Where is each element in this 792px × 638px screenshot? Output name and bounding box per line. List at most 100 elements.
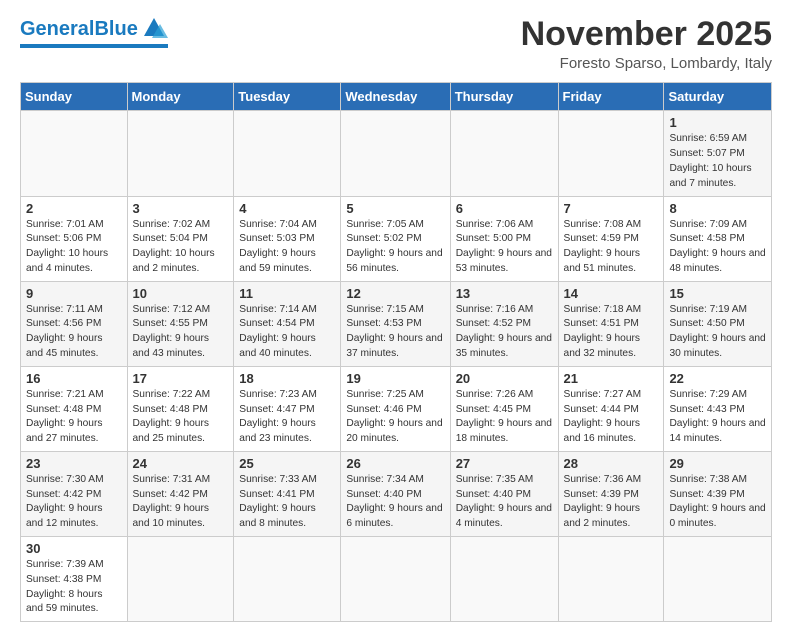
- day-cell: 2 Sunrise: 7:01 AM Sunset: 5:06 PM Daylig…: [21, 196, 128, 281]
- day-number: 22: [669, 371, 766, 386]
- day-number: 3: [133, 201, 229, 216]
- day-cell: [558, 537, 664, 622]
- day-cell: 12 Sunrise: 7:15 AM Sunset: 4:53 PM Dayli…: [341, 281, 450, 366]
- day-number: 9: [26, 286, 122, 301]
- weekday-wednesday: Wednesday: [341, 83, 450, 111]
- day-info: Sunrise: 7:19 AM Sunset: 4:50 PM Dayligh…: [669, 303, 766, 362]
- day-info: Sunrise: 7:11 AM Sunset: 4:56 PM Dayligh…: [26, 303, 122, 362]
- day-info: Sunrise: 7:35 AM Sunset: 4:40 PM Dayligh…: [456, 473, 553, 532]
- day-number: 29: [669, 456, 766, 471]
- day-cell: [234, 111, 341, 196]
- day-number: 10: [133, 286, 229, 301]
- weekday-monday: Monday: [127, 83, 234, 111]
- week-row-6: 30 Sunrise: 7:39 AM Sunset: 4:38 PM Dayli…: [21, 537, 772, 622]
- logo-general: General: [20, 18, 94, 40]
- day-cell: [21, 111, 128, 196]
- day-number: 28: [564, 456, 659, 471]
- week-row-3: 9 Sunrise: 7:11 AM Sunset: 4:56 PM Daylig…: [21, 281, 772, 366]
- day-number: 16: [26, 371, 122, 386]
- day-info: Sunrise: 7:39 AM Sunset: 4:38 PM Dayligh…: [26, 558, 122, 617]
- week-row-2: 2 Sunrise: 7:01 AM Sunset: 5:06 PM Daylig…: [21, 196, 772, 281]
- day-number: 7: [564, 201, 659, 216]
- day-cell: 26Sunrise: 7:34 AM Sunset: 4:40 PM Dayli…: [341, 451, 450, 536]
- logo-blue: Blue: [94, 18, 137, 40]
- day-number: 15: [669, 286, 766, 301]
- day-cell: 16 Sunrise: 7:21 AM Sunset: 4:48 PM Dayli…: [21, 366, 128, 451]
- day-info: Sunrise: 7:15 AM Sunset: 4:53 PM Dayligh…: [346, 303, 444, 362]
- day-info: Sunrise: 7:26 AM Sunset: 4:45 PM Dayligh…: [456, 388, 553, 447]
- day-cell: 27 Sunrise: 7:35 AM Sunset: 4:40 PM Dayli…: [450, 451, 558, 536]
- day-cell: 21 Sunrise: 7:27 AM Sunset: 4:44 PM Dayli…: [558, 366, 664, 451]
- day-cell: 25 Sunrise: 7:33 AM Sunset: 4:41 PM Dayli…: [234, 451, 341, 536]
- day-info: Sunrise: 7:25 AM Sunset: 4:46 PM Dayligh…: [346, 388, 444, 447]
- header: GeneralBlue November 2025 Foresto Sparso…: [20, 16, 772, 72]
- week-row-4: 16 Sunrise: 7:21 AM Sunset: 4:48 PM Dayli…: [21, 366, 772, 451]
- day-info: Sunrise: 7:04 AM Sunset: 5:03 PM Dayligh…: [239, 218, 335, 277]
- day-info: Sunrise: 7:12 AM Sunset: 4:55 PM Dayligh…: [133, 303, 229, 362]
- day-number: 23: [26, 456, 122, 471]
- day-number: 4: [239, 201, 335, 216]
- month-title: November 2025: [521, 16, 772, 53]
- day-info: Sunrise: 7:22 AM Sunset: 4:48 PM Dayligh…: [133, 388, 229, 447]
- day-number: 11: [239, 286, 335, 301]
- day-number: 14: [564, 286, 659, 301]
- day-info: Sunrise: 7:29 AM Sunset: 4:43 PM Dayligh…: [669, 388, 766, 447]
- day-info: Sunrise: 7:05 AM Sunset: 5:02 PM Dayligh…: [346, 218, 444, 277]
- day-cell: 8Sunrise: 7:09 AM Sunset: 4:58 PM Daylig…: [664, 196, 772, 281]
- day-cell: [341, 537, 450, 622]
- day-number: 2: [26, 201, 122, 216]
- day-cell: 15 Sunrise: 7:19 AM Sunset: 4:50 PM Dayli…: [664, 281, 772, 366]
- logo: GeneralBlue: [20, 16, 168, 48]
- day-info: Sunrise: 7:18 AM Sunset: 4:51 PM Dayligh…: [564, 303, 659, 362]
- logo-bar: [20, 44, 168, 48]
- day-number: 24: [133, 456, 229, 471]
- day-info: Sunrise: 7:27 AM Sunset: 4:44 PM Dayligh…: [564, 388, 659, 447]
- weekday-thursday: Thursday: [450, 83, 558, 111]
- day-number: 6: [456, 201, 553, 216]
- day-info: Sunrise: 7:30 AM Sunset: 4:42 PM Dayligh…: [26, 473, 122, 532]
- day-cell: 30 Sunrise: 7:39 AM Sunset: 4:38 PM Dayli…: [21, 537, 128, 622]
- page: GeneralBlue November 2025 Foresto Sparso…: [0, 0, 792, 638]
- day-cell: 17Sunrise: 7:22 AM Sunset: 4:48 PM Dayli…: [127, 366, 234, 451]
- day-info: Sunrise: 7:34 AM Sunset: 4:40 PM Dayligh…: [346, 473, 444, 532]
- day-cell: 14 Sunrise: 7:18 AM Sunset: 4:51 PM Dayli…: [558, 281, 664, 366]
- day-cell: 28Sunrise: 7:36 AM Sunset: 4:39 PM Dayli…: [558, 451, 664, 536]
- day-cell: 5Sunrise: 7:05 AM Sunset: 5:02 PM Daylig…: [341, 196, 450, 281]
- day-cell: [450, 537, 558, 622]
- day-number: 1: [669, 115, 766, 130]
- day-info: Sunrise: 7:08 AM Sunset: 4:59 PM Dayligh…: [564, 218, 659, 277]
- day-cell: 23 Sunrise: 7:30 AM Sunset: 4:42 PM Dayli…: [21, 451, 128, 536]
- day-cell: 18Sunrise: 7:23 AM Sunset: 4:47 PM Dayli…: [234, 366, 341, 451]
- day-info: Sunrise: 7:21 AM Sunset: 4:48 PM Dayligh…: [26, 388, 122, 447]
- day-cell: 10 Sunrise: 7:12 AM Sunset: 4:55 PM Dayli…: [127, 281, 234, 366]
- day-info: Sunrise: 7:33 AM Sunset: 4:41 PM Dayligh…: [239, 473, 335, 532]
- week-row-1: 1Sunrise: 6:59 AM Sunset: 5:07 PM Daylig…: [21, 111, 772, 196]
- title-area: November 2025 Foresto Sparso, Lombardy, …: [521, 16, 772, 72]
- day-info: Sunrise: 7:23 AM Sunset: 4:47 PM Dayligh…: [239, 388, 335, 447]
- day-cell: 3Sunrise: 7:02 AM Sunset: 5:04 PM Daylig…: [127, 196, 234, 281]
- day-cell: [234, 537, 341, 622]
- day-info: Sunrise: 7:16 AM Sunset: 4:52 PM Dayligh…: [456, 303, 553, 362]
- logo-text: GeneralBlue: [20, 18, 138, 40]
- location: Foresto Sparso, Lombardy, Italy: [521, 55, 772, 72]
- weekday-tuesday: Tuesday: [234, 83, 341, 111]
- day-cell: 9 Sunrise: 7:11 AM Sunset: 4:56 PM Daylig…: [21, 281, 128, 366]
- day-cell: 22 Sunrise: 7:29 AM Sunset: 4:43 PM Dayli…: [664, 366, 772, 451]
- day-number: 12: [346, 286, 444, 301]
- day-info: Sunrise: 7:06 AM Sunset: 5:00 PM Dayligh…: [456, 218, 553, 277]
- day-cell: [127, 111, 234, 196]
- day-number: 21: [564, 371, 659, 386]
- day-info: Sunrise: 7:01 AM Sunset: 5:06 PM Dayligh…: [26, 218, 122, 277]
- day-cell: 6 Sunrise: 7:06 AM Sunset: 5:00 PM Daylig…: [450, 196, 558, 281]
- day-number: 27: [456, 456, 553, 471]
- day-cell: 24Sunrise: 7:31 AM Sunset: 4:42 PM Dayli…: [127, 451, 234, 536]
- day-cell: 13Sunrise: 7:16 AM Sunset: 4:52 PM Dayli…: [450, 281, 558, 366]
- day-number: 30: [26, 541, 122, 556]
- day-number: 19: [346, 371, 444, 386]
- calendar-table: SundayMondayTuesdayWednesdayThursdayFrid…: [20, 82, 772, 622]
- weekday-saturday: Saturday: [664, 83, 772, 111]
- day-number: 25: [239, 456, 335, 471]
- day-cell: 7 Sunrise: 7:08 AM Sunset: 4:59 PM Daylig…: [558, 196, 664, 281]
- day-info: Sunrise: 7:38 AM Sunset: 4:39 PM Dayligh…: [669, 473, 766, 532]
- weekday-header-row: SundayMondayTuesdayWednesdayThursdayFrid…: [21, 83, 772, 111]
